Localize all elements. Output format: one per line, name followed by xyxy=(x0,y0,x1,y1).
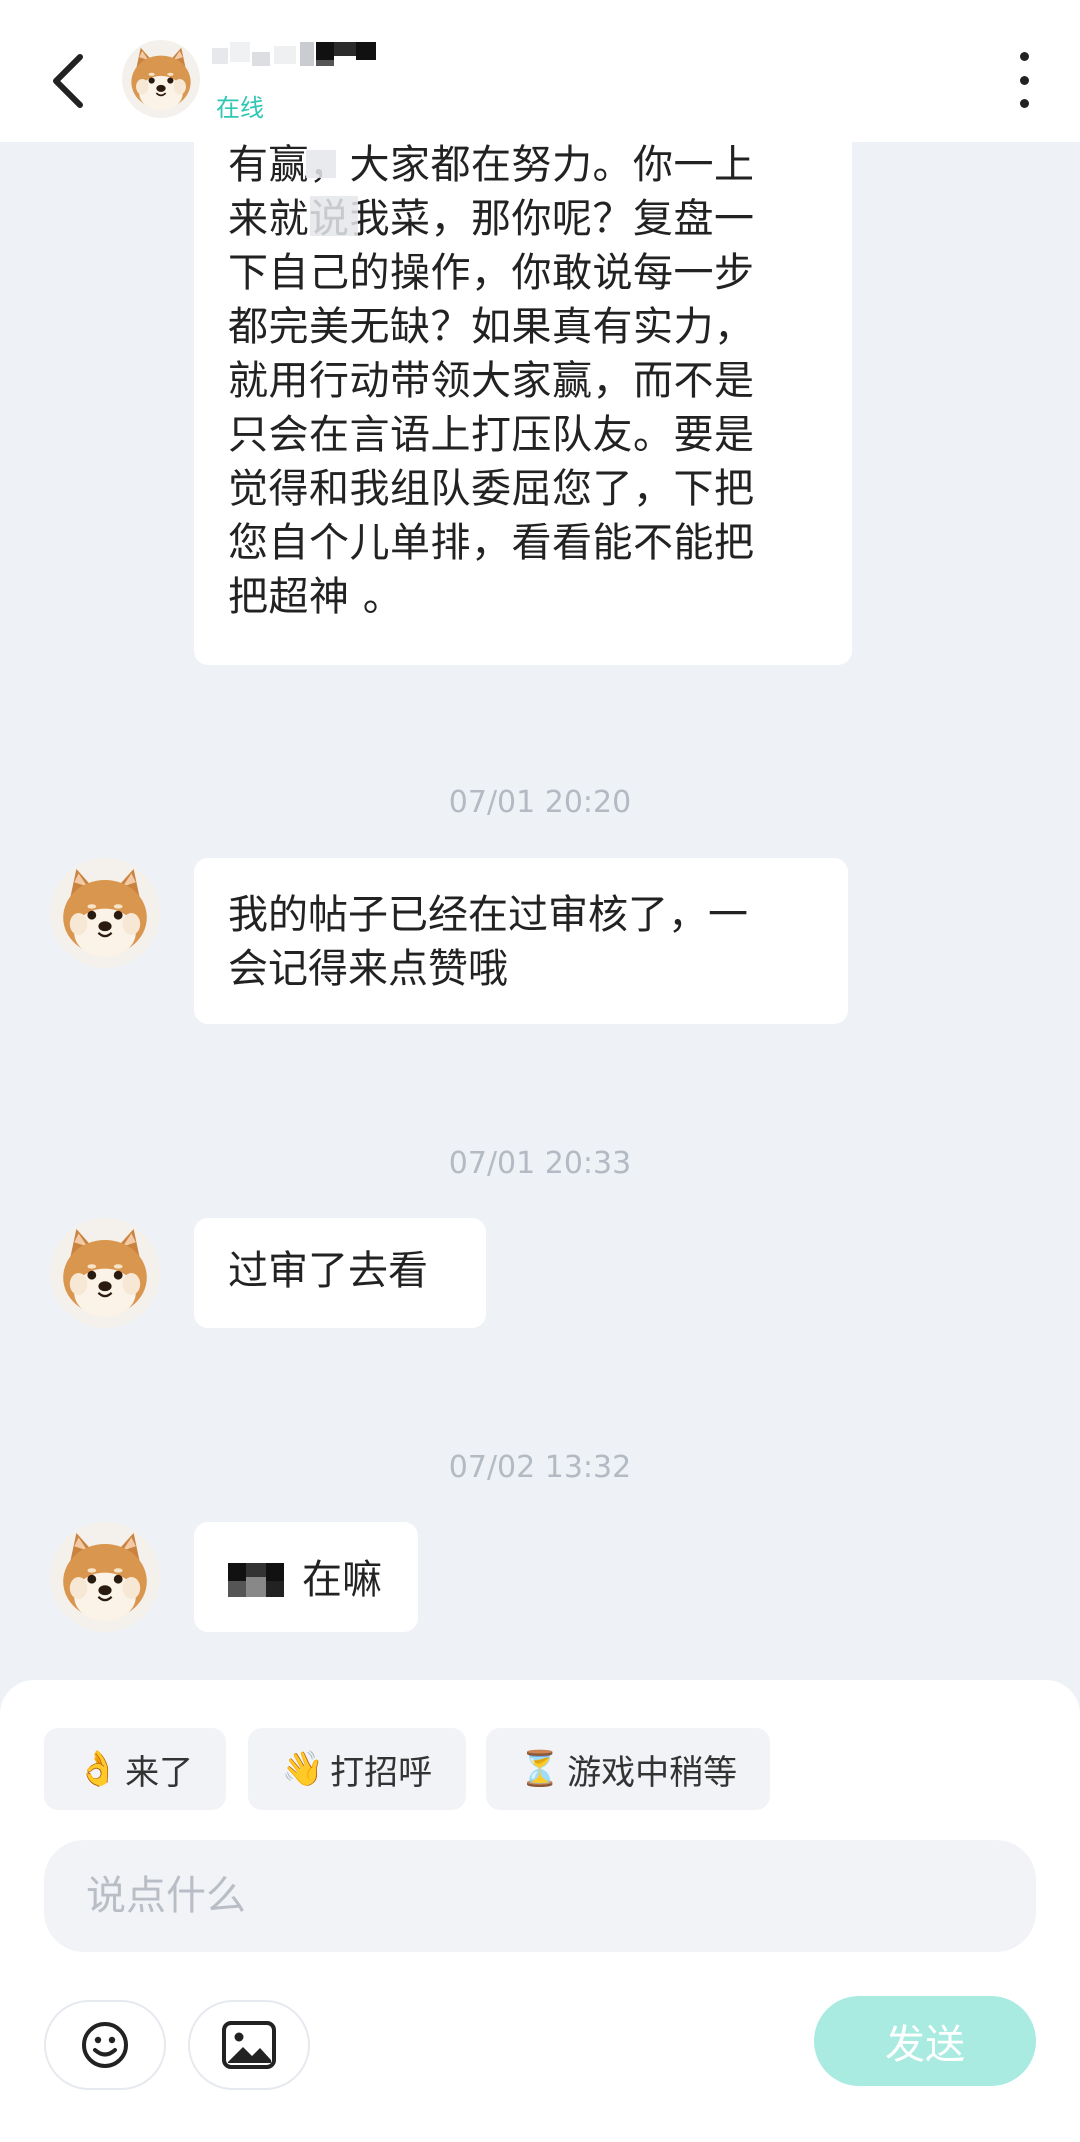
composer-panel: 👌 来了 👋 打招呼 ⏳ 游戏中稍等 发送 xyxy=(0,1680,1080,2142)
message-text-line: 会记得来点赞哦 xyxy=(228,946,508,992)
contact-avatar[interactable] xyxy=(122,40,200,118)
message-text-line: 把超神 。 xyxy=(228,574,404,620)
message-bubble[interactable]: 在嘛 xyxy=(194,1522,418,1632)
message-timestamp: 07/02 13:32 xyxy=(448,1450,632,1485)
more-vertical-icon xyxy=(1019,52,1029,61)
quick-reply-greet[interactable]: 👋 打招呼 xyxy=(248,1728,466,1810)
more-vertical-icon-dot xyxy=(1019,99,1029,108)
message-text-line: 您自个儿单排，看看能不能把 xyxy=(228,520,755,566)
waving-hand-icon: 👋 xyxy=(281,1749,325,1789)
quick-reply-in-game[interactable]: ⏳ 游戏中稍等 xyxy=(486,1728,770,1810)
chat-header: 在线 xyxy=(0,0,1080,142)
message-text-line: 只会在言语上打压队友。要是 xyxy=(228,412,755,458)
message-bubble[interactable]: 过审了去看 xyxy=(194,1218,486,1328)
redaction-blur xyxy=(306,150,336,178)
send-button[interactable]: 发送 xyxy=(814,1996,1036,2086)
quick-reply-coming[interactable]: 👌 来了 xyxy=(44,1728,226,1810)
message-text-line: 就用行动带领大家赢，而不是 xyxy=(228,358,755,404)
ok-hand-icon: 👌 xyxy=(76,1749,120,1789)
emoji-button[interactable] xyxy=(44,2000,166,2090)
message-text-line: 觉得和我组队委屈您了，下把 xyxy=(228,466,755,512)
image-icon xyxy=(222,2021,276,2069)
image-button[interactable] xyxy=(188,2000,310,2090)
redaction-blur xyxy=(310,196,358,236)
avatar[interactable] xyxy=(50,858,160,968)
back-button[interactable] xyxy=(38,42,98,120)
redacted-name-mosaic xyxy=(228,1563,284,1597)
message-text: 在嘛 xyxy=(302,1557,382,1603)
message-bubble[interactable]: 我的帖子已经在过审核了，一 会记得来点赞哦 xyxy=(194,858,848,1024)
message-text-line: 都完美无缺？如果真有实力， xyxy=(228,304,755,350)
message-text-line: 下自己的操作，你敢说每一步 xyxy=(228,250,755,296)
message-bubble[interactable]: 有赢，大家都在努力。你一上 来就说我菜，那你呢？复盘一 下自己的操作，你敢说每一… xyxy=(194,120,852,665)
avatar[interactable] xyxy=(50,1522,160,1632)
contact-name-redacted xyxy=(212,42,376,66)
quick-reply-label: 来了 xyxy=(125,1752,194,1793)
hourglass-icon: ⏳ xyxy=(518,1749,562,1789)
message-timestamp: 07/01 20:33 xyxy=(448,1146,632,1181)
message-text-line: 我的帖子已经在过审核了，一 xyxy=(228,892,748,938)
avatar[interactable] xyxy=(50,1218,160,1328)
chevron-left-icon xyxy=(53,54,83,108)
quick-reply-label: 打招呼 xyxy=(330,1752,433,1793)
online-status: 在线 xyxy=(216,94,264,122)
smiley-icon xyxy=(82,2022,128,2068)
more-vertical-icon-dot xyxy=(1019,75,1029,85)
more-options-button[interactable] xyxy=(1004,52,1044,108)
quick-reply-label: 游戏中稍等 xyxy=(567,1752,738,1793)
message-input[interactable] xyxy=(44,1840,1036,1952)
message-timestamp: 07/01 20:20 xyxy=(448,785,632,820)
message-text: 过审了去看 xyxy=(228,1248,428,1294)
